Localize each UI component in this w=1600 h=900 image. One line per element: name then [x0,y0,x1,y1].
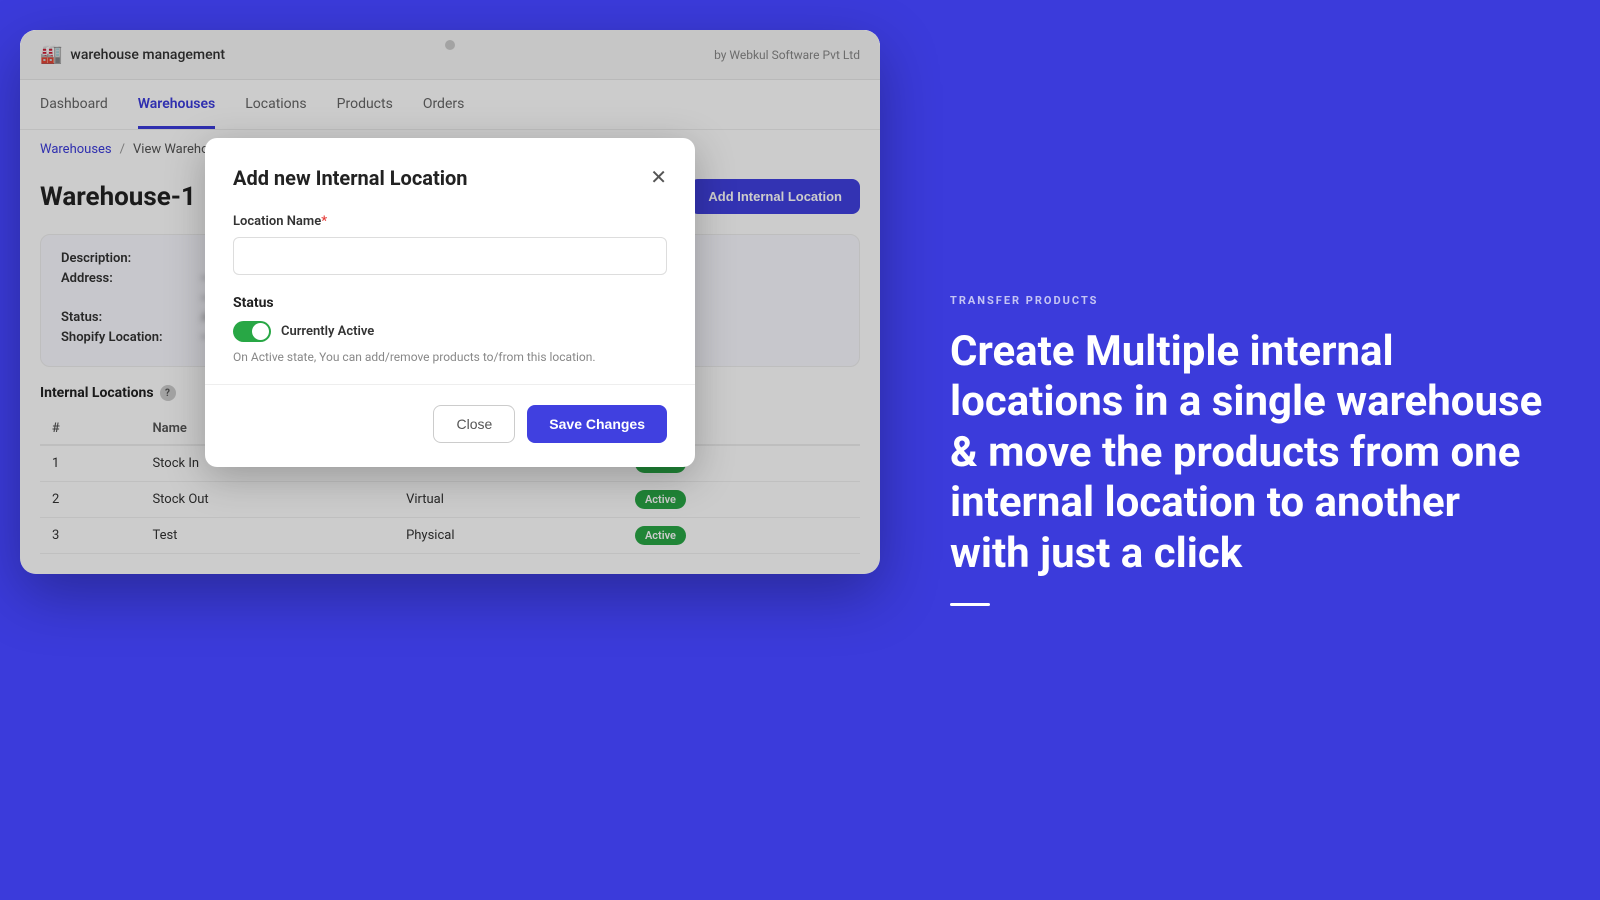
modal-title: Add new Internal Location [233,166,468,190]
status-section-label: Status [233,295,667,311]
transfer-underline [950,603,990,606]
location-name-label: Location Name* [233,214,667,229]
modal-overlay: Add new Internal Location ✕ Location Nam… [20,30,880,574]
modal-footer: Close Save Changes [233,405,667,443]
close-button[interactable]: Close [433,405,515,443]
modal-close-button[interactable]: ✕ [650,168,667,188]
modal-divider [205,384,695,385]
right-panel: TRANSFER PRODUCTS Create Multiple intern… [900,0,1600,900]
status-note: On Active state, You can add/remove prod… [233,350,667,364]
modal-header: Add new Internal Location ✕ [233,166,667,190]
save-changes-button[interactable]: Save Changes [527,405,667,443]
transfer-heading: Create Multiple internal locations in a … [950,327,1550,579]
location-name-group: Location Name* [233,214,667,275]
toggle-label: Currently Active [281,324,374,339]
location-name-input[interactable] [233,237,667,275]
status-section: Status Currently Active On Active state,… [233,295,667,364]
add-location-modal: Add new Internal Location ✕ Location Nam… [205,138,695,467]
status-toggle[interactable] [233,321,271,342]
transfer-eyebrow: TRANSFER PRODUCTS [950,294,1550,307]
